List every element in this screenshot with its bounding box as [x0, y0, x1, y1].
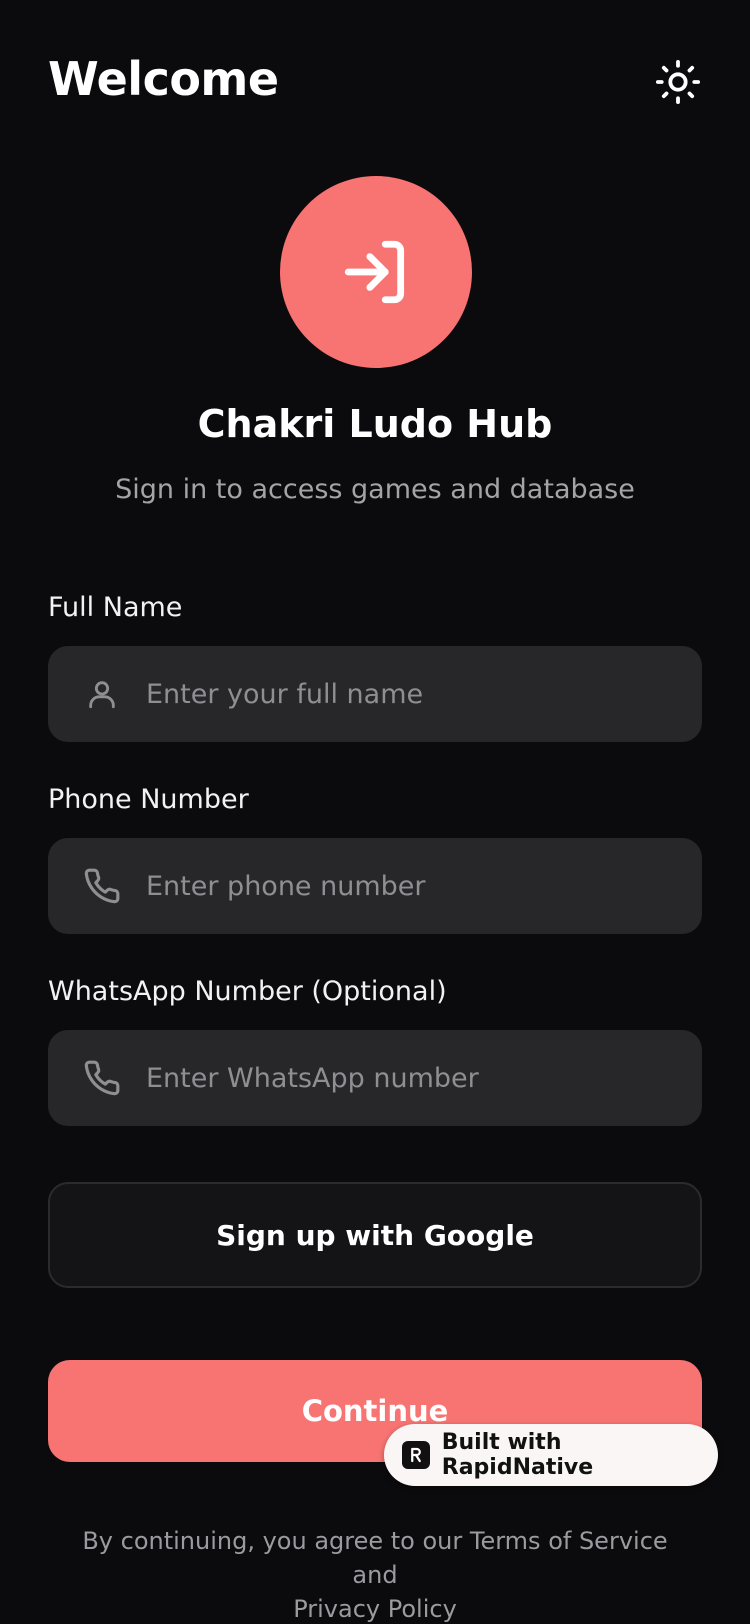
- app-subtitle: Sign in to access games and database: [115, 474, 635, 505]
- phone-field[interactable]: [48, 838, 702, 934]
- sun-icon: [655, 59, 701, 105]
- login-icon: [344, 240, 405, 304]
- phone-icon: [80, 864, 124, 908]
- google-signup-button[interactable]: Sign up with Google: [48, 1182, 702, 1288]
- app-logo: [280, 176, 472, 368]
- full-name-label: Full Name: [48, 592, 183, 623]
- app-name: Chakri Ludo Hub: [197, 402, 553, 446]
- full-name-field[interactable]: [48, 646, 702, 742]
- whatsapp-field[interactable]: [48, 1030, 702, 1126]
- rapidnative-logo-icon: [402, 1441, 430, 1469]
- theme-toggle-button[interactable]: [652, 56, 704, 108]
- phone-icon: [80, 1056, 124, 1100]
- phone-label: Phone Number: [48, 784, 249, 815]
- built-with-badge[interactable]: Built with RapidNative: [384, 1424, 718, 1486]
- login-screen: Welcome Chakri Ludo Hub Sign in to acces…: [0, 0, 750, 1624]
- user-icon: [80, 672, 124, 716]
- legal-line-1: By continuing, you agree to our Terms of…: [82, 1527, 668, 1589]
- legal-line-2[interactable]: Privacy Policy: [60, 1592, 690, 1624]
- full-name-input[interactable]: [146, 646, 686, 742]
- page-title: Welcome: [48, 52, 279, 106]
- whatsapp-input[interactable]: [146, 1030, 686, 1126]
- phone-input[interactable]: [146, 838, 686, 934]
- legal-notice: By continuing, you agree to our Terms of…: [60, 1524, 690, 1624]
- badge-label: Built with RapidNative: [441, 1430, 594, 1480]
- whatsapp-label: WhatsApp Number (Optional): [48, 976, 447, 1007]
